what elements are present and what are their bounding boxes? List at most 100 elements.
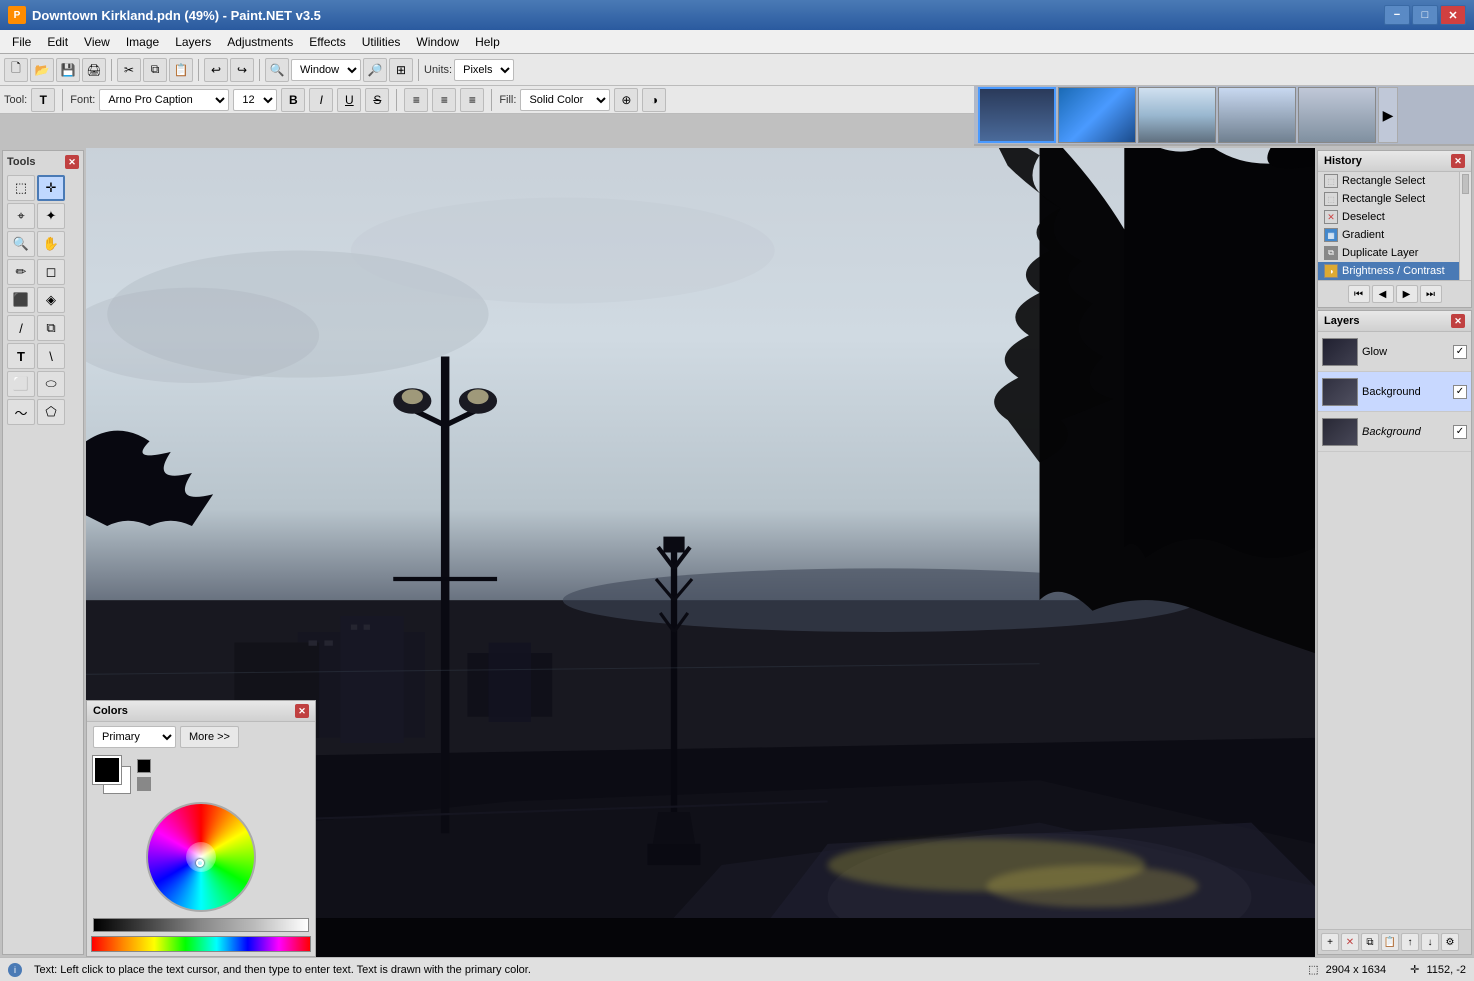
tool-ellipse[interactable]: ⬭ [37,371,65,397]
color-wheel[interactable] [146,802,256,912]
italic-btn[interactable]: I [309,88,333,112]
menu-help[interactable]: Help [467,33,508,51]
tool-line[interactable]: \ [37,343,65,369]
brightness-gradient-bar[interactable] [93,918,309,932]
strikethrough-btn[interactable]: S [365,88,389,112]
layer-item-glow[interactable]: Glow ✓ [1318,332,1471,372]
tool-clone-stamp[interactable]: ⧉ [37,315,65,341]
layer-merge-btn[interactable]: 📋 [1381,933,1399,951]
layer-properties-btn[interactable]: ⚙ [1441,933,1459,951]
current-tool-btn[interactable]: T [31,88,55,112]
tb-cut[interactable]: ✂ [117,58,141,82]
tool-text[interactable]: T [7,343,35,369]
tool-freeform[interactable]: 〜 [7,399,35,425]
menu-layers[interactable]: Layers [167,33,219,51]
tool-pan[interactable]: ✋ [37,231,65,257]
menu-effects[interactable]: Effects [301,33,353,51]
secondary-color-mini[interactable] [137,777,151,791]
tool-rect-select[interactable]: ⬚ [7,175,35,201]
close-button[interactable]: ✕ [1440,5,1466,25]
history-scrollbar[interactable] [1459,172,1471,280]
history-item-6[interactable]: ◑ Brightness / Contrast [1318,262,1459,280]
history-item-3[interactable]: ✕ Deselect [1318,208,1459,226]
layer-delete-btn[interactable]: ✕ [1341,933,1359,951]
opacity-btn[interactable]: ◑ [642,88,666,112]
units-select[interactable]: Pixels [454,59,514,81]
fill-select[interactable]: Solid Color [520,89,610,111]
tb-save[interactable]: 💾 [56,58,80,82]
thumbnail-3[interactable] [1138,87,1216,143]
menu-adjustments[interactable]: Adjustments [219,33,301,51]
history-prev-btn[interactable]: ◀ [1372,285,1394,303]
tool-eraser[interactable]: ◻ [37,259,65,285]
layer-duplicate-btn[interactable]: ⧉ [1361,933,1379,951]
tool-shapes[interactable]: ⬜ [7,371,35,397]
tool-brush[interactable]: / [7,315,35,341]
window-select[interactable]: Window [291,59,361,81]
layer-add-btn[interactable]: + [1321,933,1339,951]
tool-magic-wand[interactable]: ✦ [37,203,65,229]
layer-down-btn[interactable]: ↓ [1421,933,1439,951]
minimize-button[interactable]: − [1384,5,1410,25]
tb-new[interactable]: 🗋 [4,58,28,82]
tb-print[interactable]: 🖨 [82,58,106,82]
font-size-select[interactable]: 12 [233,89,277,111]
restore-button[interactable]: □ [1412,5,1438,25]
history-panel-close[interactable]: ✕ [1451,154,1465,168]
layer-visible-base[interactable]: ✓ [1453,425,1467,439]
history-last-btn[interactable]: ⏭ [1420,285,1442,303]
thumbnail-1[interactable] [978,87,1056,143]
font-select[interactable]: Arno Pro Caption [99,89,229,111]
tb-redo[interactable]: ↪ [230,58,254,82]
history-item-2[interactable]: ⬚ Rectangle Select [1318,190,1459,208]
color-palette-bar[interactable] [91,936,311,952]
primary-color-mini[interactable] [137,759,151,773]
tb-copy[interactable]: ⧉ [143,58,167,82]
foreground-color-swatch[interactable] [93,756,121,784]
strip-scroll-arrow[interactable]: ▶ [1378,87,1398,143]
underline-btn[interactable]: U [337,88,361,112]
tb-undo[interactable]: ↩ [204,58,228,82]
tools-panel-close[interactable]: ✕ [65,155,79,169]
history-item-4[interactable]: ▦ Gradient [1318,226,1459,244]
tb-open[interactable]: 📂 [30,58,54,82]
tool-pencil[interactable]: ✏ [7,259,35,285]
align-right-btn[interactable]: ≡ [460,88,484,112]
layer-visible-glow[interactable]: ✓ [1453,345,1467,359]
thumbnail-4[interactable] [1218,87,1296,143]
tool-fill[interactable]: ⬛ [7,287,35,313]
bold-btn[interactable]: B [281,88,305,112]
history-item-5[interactable]: ⧉ Duplicate Layer [1318,244,1459,262]
history-item-1[interactable]: ⬚ Rectangle Select [1318,172,1459,190]
tool-lasso[interactable]: ⌖ [7,203,35,229]
layer-item-base[interactable]: Background ✓ [1318,412,1471,452]
thumbnail-2[interactable] [1058,87,1136,143]
menu-utilities[interactable]: Utilities [354,33,409,51]
menu-file[interactable]: File [4,33,39,51]
tb-zoom-in[interactable]: 🔎 [363,58,387,82]
tb-grid[interactable]: ⊞ [389,58,413,82]
history-first-btn[interactable]: ⏮ [1348,285,1370,303]
align-center-btn[interactable]: ≡ [432,88,456,112]
layer-up-btn[interactable]: ↑ [1401,933,1419,951]
layer-item-bg[interactable]: Background ✓ [1318,372,1471,412]
colors-panel-close[interactable]: ✕ [295,704,309,718]
thumbnail-5[interactable] [1298,87,1376,143]
tool-move[interactable]: ✛ [37,175,65,201]
menu-window[interactable]: Window [408,33,467,51]
tb-paste[interactable]: 📋 [169,58,193,82]
tool-zoom[interactable]: 🔍 [7,231,35,257]
align-left-btn[interactable]: ≡ [404,88,428,112]
history-next-btn[interactable]: ▶ [1396,285,1418,303]
menu-image[interactable]: Image [118,33,167,51]
tool-poly[interactable]: ⬠ [37,399,65,425]
blend-mode-btn[interactable]: ⊕ [614,88,638,112]
layer-visible-bg[interactable]: ✓ [1453,385,1467,399]
menu-view[interactable]: View [76,33,118,51]
tool-color-pick[interactable]: ◈ [37,287,65,313]
colors-mode-select[interactable]: Primary Secondary [93,726,176,748]
colors-more-button[interactable]: More >> [180,726,239,748]
menu-edit[interactable]: Edit [39,33,76,51]
layers-panel-close[interactable]: ✕ [1451,314,1465,328]
tb-zoom-out[interactable]: 🔍 [265,58,289,82]
